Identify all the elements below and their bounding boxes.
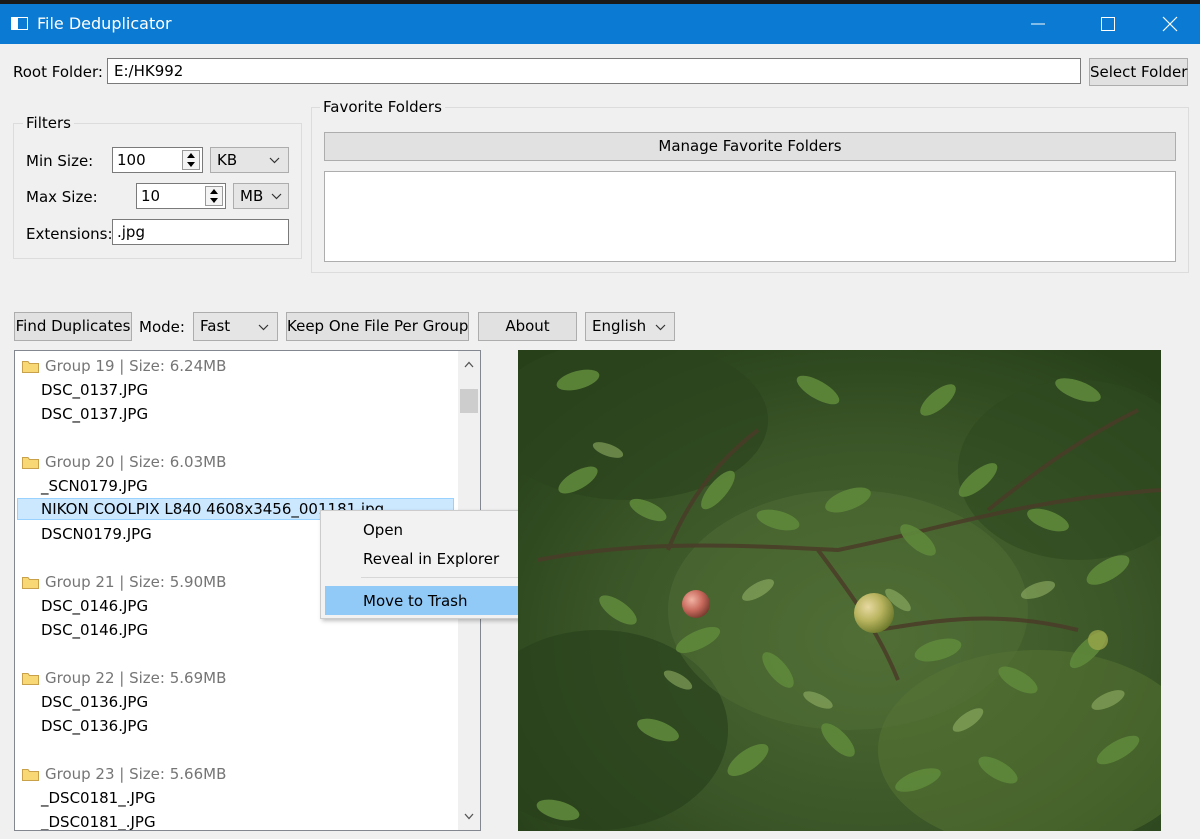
app-window-icon xyxy=(11,17,28,30)
list-item[interactable]: _DSC0181_.JPG xyxy=(15,810,156,830)
folder-icon xyxy=(22,361,39,373)
apple xyxy=(854,593,894,633)
keep-one-file-per-group-button[interactable]: Keep One File Per Group xyxy=(286,312,469,341)
max-size-label: Max Size: xyxy=(26,188,98,206)
folder-icon xyxy=(22,577,39,589)
context-menu: Open Reveal in Explorer Move to Trash xyxy=(320,510,525,619)
group-header-label: Group 21 | Size: 5.90MB xyxy=(45,573,227,591)
maximize-button[interactable] xyxy=(1085,4,1131,44)
max-size-unit-select[interactable]: MB xyxy=(233,183,289,209)
menu-item-move-to-trash[interactable]: Move to Trash xyxy=(321,587,524,615)
maximize-icon xyxy=(1101,17,1115,31)
root-folder-input[interactable]: E:/HK992 xyxy=(107,58,1081,84)
language-select[interactable]: English xyxy=(585,312,675,341)
max-size-stepper[interactable]: 10 xyxy=(136,183,226,209)
chevron-down-icon xyxy=(271,193,282,200)
chevron-down-icon xyxy=(269,157,280,164)
spin-arrows-icon[interactable] xyxy=(205,186,223,206)
min-size-value: 100 xyxy=(117,151,146,169)
select-folder-button[interactable]: Select Folder xyxy=(1089,58,1188,86)
title-bar[interactable]: File Deduplicator xyxy=(0,4,1200,44)
favorite-folders-title: Favorite Folders xyxy=(320,98,445,116)
group-header[interactable]: Group 21 | Size: 5.90MB xyxy=(15,570,226,594)
list-item[interactable]: DSC_0137.JPG xyxy=(15,402,148,426)
window-title: File Deduplicator xyxy=(37,14,172,33)
mode-value: Fast xyxy=(200,317,231,335)
extensions-input[interactable]: .jpg xyxy=(112,219,289,245)
chevron-down-icon xyxy=(258,324,269,331)
list-item[interactable]: DSC_0136.JPG xyxy=(15,690,148,714)
mode-select[interactable]: Fast xyxy=(193,312,278,341)
group-header[interactable]: Group 22 | Size: 5.69MB xyxy=(15,666,226,690)
min-size-unit-select[interactable]: KB xyxy=(210,147,289,173)
menu-separator xyxy=(361,577,520,578)
mode-label: Mode: xyxy=(139,318,185,336)
scroll-up-icon[interactable] xyxy=(464,361,474,368)
max-size-value: 10 xyxy=(141,187,161,205)
list-item[interactable]: DSC_0136.JPG xyxy=(15,714,148,738)
image-preview xyxy=(518,350,1161,831)
spin-arrows-icon[interactable] xyxy=(182,150,200,170)
group-header[interactable]: Group 23 | Size: 5.66MB xyxy=(15,762,226,786)
about-button[interactable]: About xyxy=(478,312,577,341)
group-header[interactable]: Group 19 | Size: 6.24MB xyxy=(15,354,226,378)
folder-icon xyxy=(22,673,39,685)
list-item[interactable]: _DSC0181_.JPG xyxy=(15,786,156,810)
close-button[interactable] xyxy=(1147,4,1193,44)
list-item[interactable]: DSC_0146.JPG xyxy=(15,594,148,618)
group-header[interactable]: Group 20 | Size: 6.03MB xyxy=(15,450,226,474)
apple-tree-photo xyxy=(518,350,1161,831)
language-value: English xyxy=(592,317,647,335)
chevron-down-icon xyxy=(655,324,666,331)
filters-title: Filters xyxy=(23,114,74,132)
extensions-label: Extensions: xyxy=(26,225,113,243)
max-size-unit-value: MB xyxy=(240,187,264,205)
list-item[interactable]: DSCN0179.JPG xyxy=(15,522,152,546)
favorite-folders-list[interactable] xyxy=(324,171,1176,262)
list-item[interactable]: _SCN0179.JPG xyxy=(15,474,148,498)
manage-favorite-folders-button[interactable]: Manage Favorite Folders xyxy=(324,132,1176,161)
min-size-unit-value: KB xyxy=(217,151,238,169)
minimize-button[interactable] xyxy=(1015,4,1061,44)
root-folder-label: Root Folder: xyxy=(13,63,103,81)
folder-icon xyxy=(22,457,39,469)
folder-icon xyxy=(22,769,39,781)
find-duplicates-button[interactable]: Find Duplicates xyxy=(14,312,132,341)
minimize-icon xyxy=(1031,23,1045,25)
menu-item-open[interactable]: Open xyxy=(321,516,524,544)
group-header-label: Group 19 | Size: 6.24MB xyxy=(45,357,227,375)
group-header-label: Group 23 | Size: 5.66MB xyxy=(45,765,227,783)
min-size-stepper[interactable]: 100 xyxy=(112,147,203,173)
close-icon xyxy=(1162,16,1178,32)
group-header-label: Group 22 | Size: 5.69MB xyxy=(45,669,227,687)
group-header-label: Group 20 | Size: 6.03MB xyxy=(45,453,227,471)
scroll-down-icon[interactable] xyxy=(464,813,474,820)
apple xyxy=(682,590,710,618)
list-item[interactable]: DSC_0137.JPG xyxy=(15,378,148,402)
list-item[interactable]: DSC_0146.JPG xyxy=(15,618,148,642)
scroll-thumb[interactable] xyxy=(460,389,478,413)
min-size-label: Min Size: xyxy=(26,152,94,170)
menu-item-reveal-in-explorer[interactable]: Reveal in Explorer xyxy=(321,545,524,573)
